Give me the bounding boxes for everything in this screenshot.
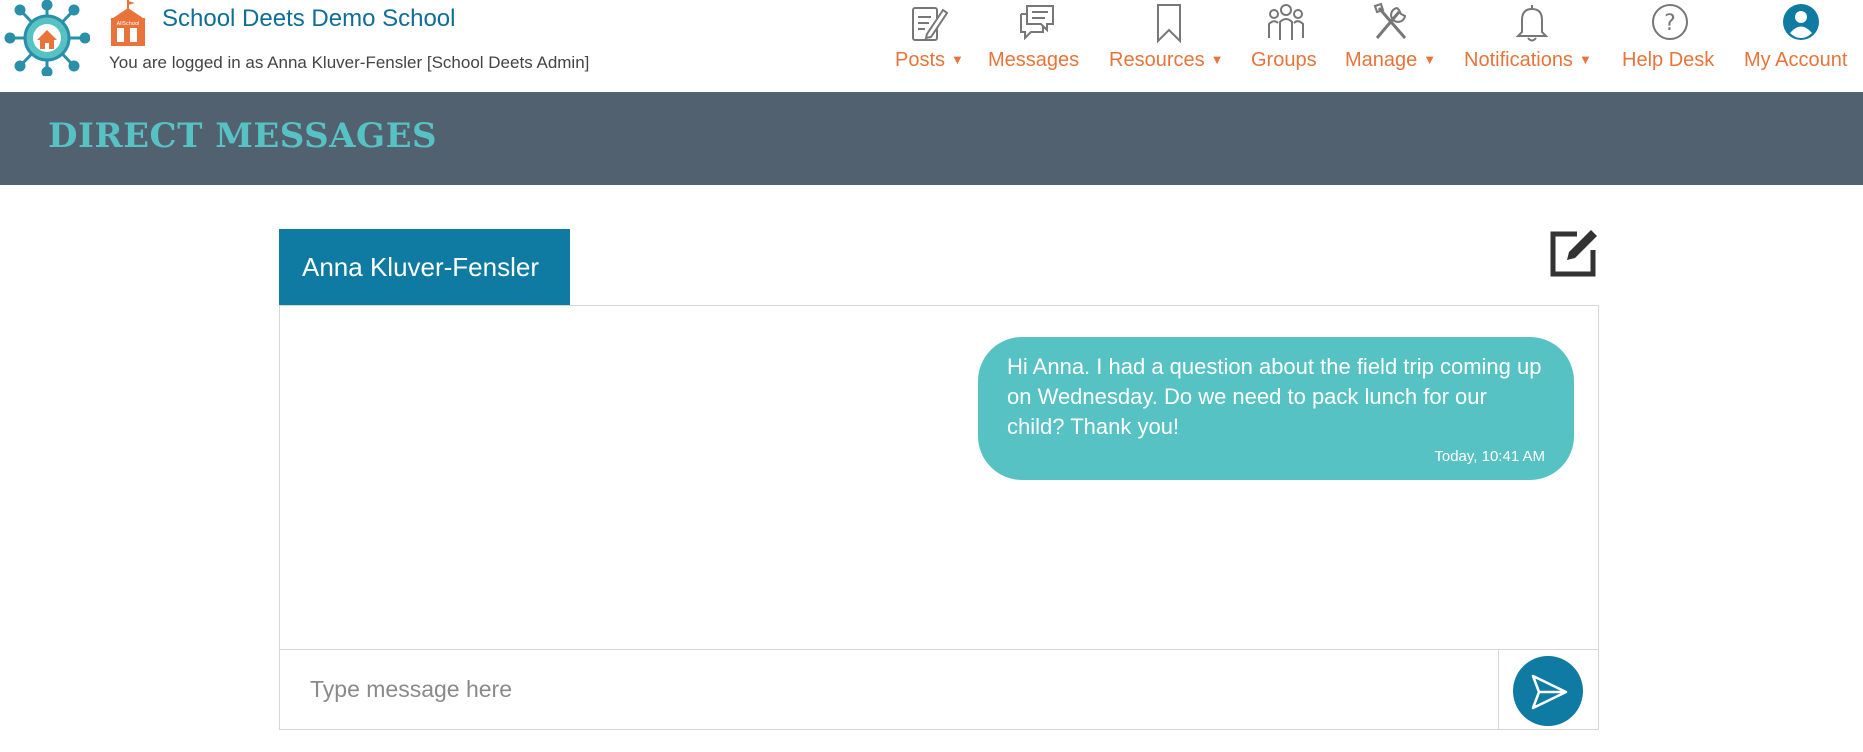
nav-label-resources: Resources xyxy=(1109,49,1205,71)
nav-label-my-account: My Account xyxy=(1744,49,1848,71)
posts-icon xyxy=(912,7,949,41)
page-title: DIRECT MESSAGES xyxy=(48,116,438,156)
nav-label-groups: Groups xyxy=(1251,49,1317,71)
dropdown-caret-icon: ▼ xyxy=(951,52,964,67)
nav-label-help-desk: Help Desk xyxy=(1622,49,1715,71)
message-text: Hi Anna. I had a question about the fiel… xyxy=(1007,354,1542,439)
bell-icon xyxy=(1515,5,1549,42)
svg-text:?: ? xyxy=(1664,11,1676,36)
send-button[interactable] xyxy=(1513,656,1583,726)
school-name[interactable]: School Deets Demo School xyxy=(162,5,455,33)
message-input[interactable] xyxy=(280,650,1499,729)
nav-label-posts: Posts xyxy=(895,49,946,71)
message-timestamp: Today, 10:41 AM xyxy=(1434,448,1545,465)
recipient-tab[interactable]: Anna Kluver-Fensler xyxy=(279,229,570,306)
messages-icon xyxy=(1020,5,1054,41)
nav-label-manage: Manage xyxy=(1345,49,1418,71)
dropdown-caret-icon: ▼ xyxy=(1210,52,1224,67)
groups-icon xyxy=(1268,4,1304,40)
dropdown-caret-icon: ▼ xyxy=(1423,52,1437,67)
help-icon: ? xyxy=(1652,4,1688,40)
top-header: AllSchool School Deets Demo School You a… xyxy=(0,0,1863,92)
logged-in-status: You are logged in as Anna Kluver-Fensler… xyxy=(109,53,590,72)
nav-label-notifications: Notifications xyxy=(1464,49,1573,71)
dropdown-caret-icon: ▼ xyxy=(1578,52,1592,67)
message-thread[interactable]: Hi Anna. I had a question about the fiel… xyxy=(279,305,1599,649)
tools-icon xyxy=(1373,2,1407,39)
bookmark-icon xyxy=(1157,4,1181,44)
recipient-name: Anna Kluver-Fensler xyxy=(302,252,539,282)
page-title-band: DIRECT MESSAGES xyxy=(0,92,1863,185)
school-deets-logo-icon[interactable] xyxy=(4,0,90,76)
message-bubble-outgoing: Hi Anna. I had a question about the fiel… xyxy=(978,337,1574,480)
compose-new-message-icon[interactable] xyxy=(1547,226,1601,280)
message-composer xyxy=(279,649,1599,730)
svg-text:AllSchool: AllSchool xyxy=(117,21,140,27)
nav-label-messages: Messages xyxy=(988,49,1080,71)
send-icon xyxy=(1531,674,1568,710)
school-building-icon: AllSchool xyxy=(110,0,146,46)
account-icon xyxy=(1783,4,1819,40)
